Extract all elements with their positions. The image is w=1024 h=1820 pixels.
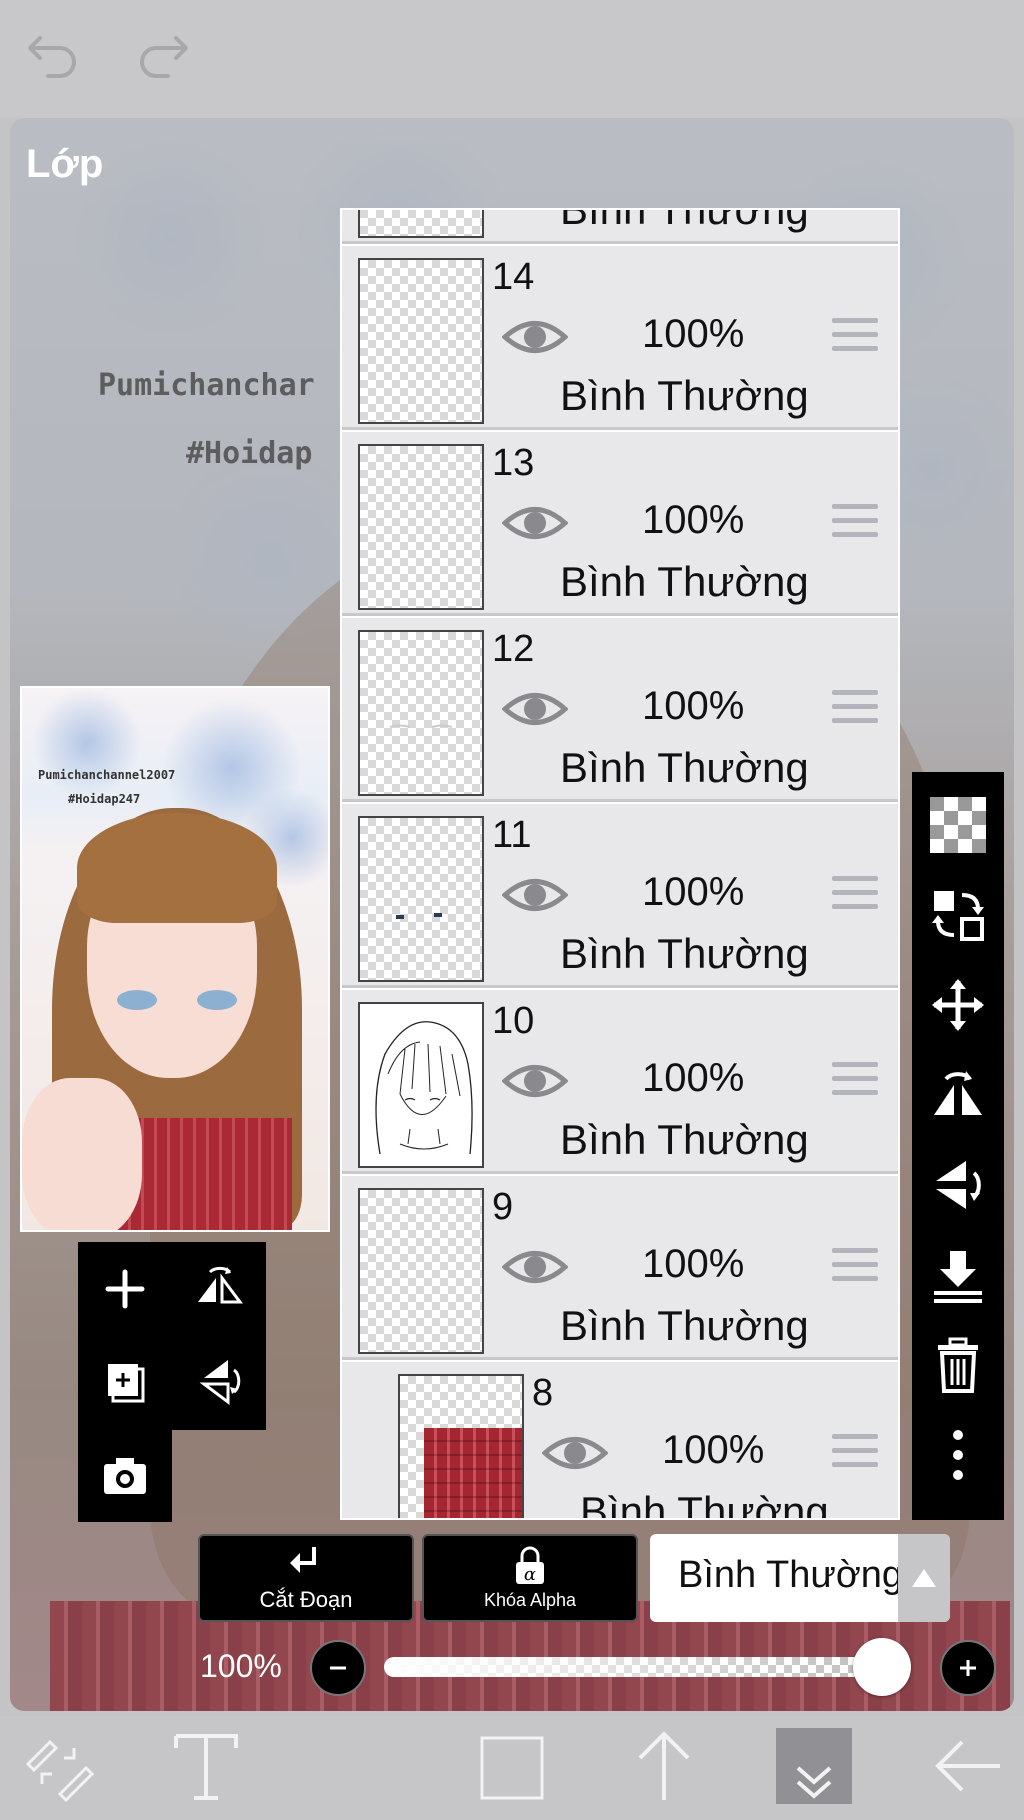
layer-thumbnail [358,210,484,238]
blend-mode-value: Bình Thường [678,1554,904,1596]
panel-title: Lớp [26,142,104,186]
layer-blend-mode: Bình Thường [560,558,809,605]
drag-handle-icon[interactable] [832,876,878,916]
layer-list[interactable]: Bình Thường 14 100% Bình Thường 13 100% … [340,208,900,1520]
layer-opacity: 100% [642,1056,745,1100]
layer-row[interactable]: 12 100% Bình Thường [342,618,898,802]
layer-number: 13 [492,442,535,484]
add-layer-icon[interactable] [80,1244,170,1334]
layer-thumbnail [358,1188,484,1354]
opacity-value: 100% [200,1648,282,1684]
drag-handle-icon[interactable] [832,1248,878,1288]
drag-handle-icon[interactable] [832,1062,878,1102]
layer-row-partial[interactable]: Bình Thường [342,208,898,244]
layer-number: 12 [492,628,535,670]
drag-handle-icon[interactable] [832,318,878,358]
layer-row[interactable]: 14 100% Bình Thường [342,246,898,430]
preview-text-1: Pumichanchannel2007 [38,768,176,782]
layer-number: 8 [532,1372,554,1414]
layer-thumbnail [358,630,484,796]
visibility-eye-icon[interactable] [542,1430,608,1476]
layer-blend-mode: Bình Thường [560,1302,809,1349]
redo-icon[interactable] [134,28,190,78]
layer-thumbnail [358,1002,484,1168]
minus-icon[interactable] [310,1640,366,1696]
flip-horizontal-icon[interactable] [912,1050,1004,1140]
layer-opacity: 100% [642,498,745,542]
drag-handle-icon[interactable] [832,1434,878,1474]
move-icon[interactable] [912,960,1004,1050]
layer-row[interactable]: 10 100% Bình Thường [342,990,898,1174]
visibility-eye-icon[interactable] [502,314,568,360]
merge-down-icon[interactable] [912,1230,1004,1320]
layer-number: 14 [492,256,535,298]
clip-arrow-icon [290,1547,316,1573]
chevron-up-icon[interactable] [898,1534,950,1622]
layer-blend-mode: Bình Thường [560,930,809,977]
visibility-eye-icon[interactable] [502,1244,568,1290]
drag-handle-icon[interactable] [832,690,878,730]
layer-thumbnail [358,258,484,424]
alpha-lock-button[interactable]: α Khóa Alpha [422,1534,638,1622]
layer-blend-mode: Bình Thường [560,744,809,791]
clipping-button[interactable]: Cắt Đoạn [198,1534,414,1622]
select-icon[interactable] [474,1728,550,1804]
clipping-label: Cắt Đoạn [259,1587,353,1612]
drag-handle-icon[interactable] [832,504,878,544]
blend-mode-select[interactable]: Bình Thường [650,1534,950,1622]
layer-row[interactable]: 11 100% Bình Thường [342,804,898,988]
canvas-preview[interactable]: Pumichanchannel2007 #Hoidap247 [20,686,330,1232]
layer-row[interactable]: 13 100% Bình Thường [342,432,898,616]
layer-blend-mode: Bình Thường [560,208,809,233]
visibility-eye-icon[interactable] [502,686,568,732]
layer-thumbnail [358,816,484,982]
visibility-eye-icon[interactable] [502,872,568,918]
flip-vertical-icon[interactable] [912,1140,1004,1230]
flip-horizontal-icon[interactable] [174,1244,264,1334]
arrow-up-icon[interactable] [626,1728,702,1804]
layer-number: 11 [492,814,532,856]
preview-text-2: #Hoidap247 [68,792,141,806]
swap-layer-icon[interactable] [912,870,1004,960]
opacity-slider[interactable] [384,1657,894,1677]
layer-blend-mode: Bình Thường [560,372,809,419]
lock-icon: α [516,1546,544,1585]
layer-blend-mode: Bình Thường [580,1488,829,1520]
layer-row[interactable]: 9 100% Bình Thường [342,1176,898,1360]
layer-opacity: 100% [662,1428,765,1472]
chevron-down-icon[interactable] [776,1728,852,1804]
visibility-eye-icon[interactable] [502,500,568,546]
alpha-lock-label: Khóa Alpha [483,1589,577,1610]
back-arrow-icon[interactable] [930,1728,1006,1804]
layer-blend-mode: Bình Thường [560,1116,809,1163]
layer-row[interactable]: 8 100% Bình Thường [342,1362,898,1520]
right-toolbar [912,772,1004,1520]
more-icon[interactable] [912,1410,1004,1500]
layer-thumbnail [358,444,484,610]
layer-thumbnail [398,1374,524,1518]
text-icon[interactable] [168,1728,244,1804]
brush-eraser-icon[interactable] [20,1728,96,1804]
layer-opacity: 100% [642,870,745,914]
plus-icon[interactable] [940,1640,996,1696]
visibility-eye-icon[interactable] [502,1058,568,1104]
transparency-icon[interactable] [912,780,1004,870]
opacity-slider-thumb[interactable] [853,1638,911,1696]
layer-opacity: 100% [642,312,745,356]
camera-icon[interactable] [80,1430,170,1520]
svg-text:α: α [524,1564,536,1585]
flip-vertical-icon[interactable] [174,1336,264,1426]
trash-icon[interactable] [912,1320,1004,1410]
duplicate-layer-icon[interactable] [80,1336,170,1426]
layer-opacity: 100% [642,1242,745,1286]
layer-opacity: 100% [642,684,745,728]
layer-number: 10 [492,1000,535,1042]
layer-number: 9 [492,1186,514,1228]
undo-icon[interactable] [26,28,82,78]
